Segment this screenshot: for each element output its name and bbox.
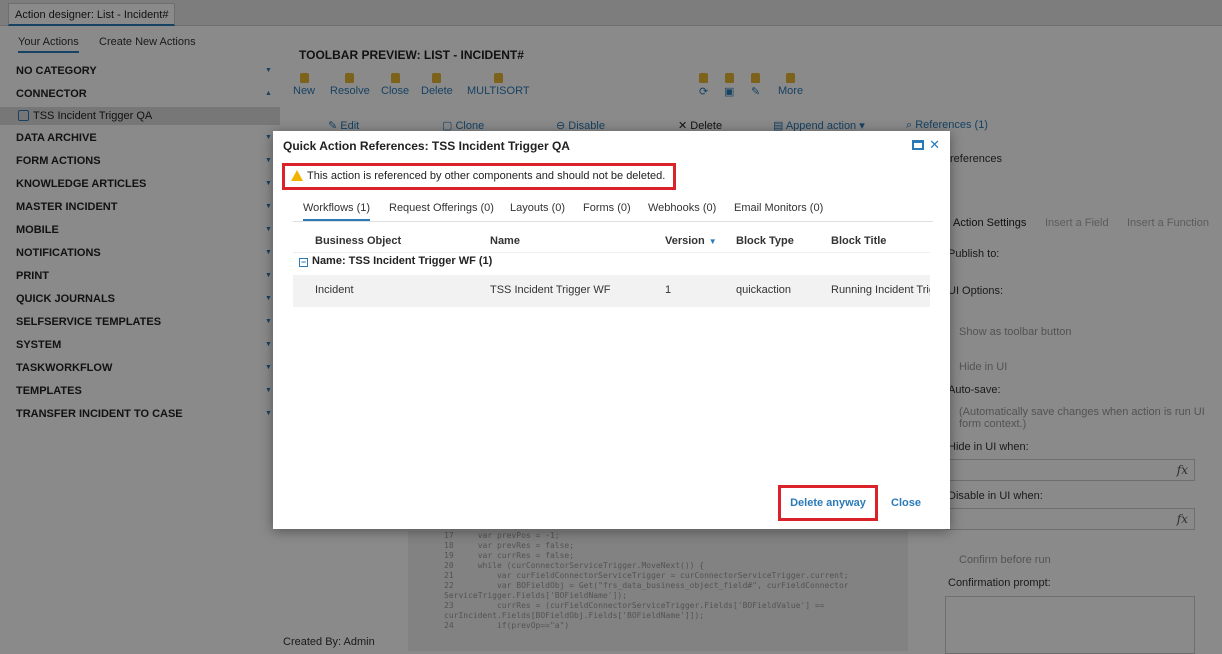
tab-email-monitors[interactable]: Email Monitors (0) xyxy=(734,202,823,219)
col-business-object[interactable]: Business Object xyxy=(315,235,401,247)
tab-forms[interactable]: Forms (0) xyxy=(583,202,631,219)
dialog-controls: ✕ xyxy=(912,137,940,153)
tab-webhooks[interactable]: Webhooks (0) xyxy=(648,202,716,219)
maximize-icon[interactable] xyxy=(912,140,925,150)
grid-header: Business Object Name Version ▼ Block Type… xyxy=(293,231,930,253)
warning-icon xyxy=(291,170,303,181)
close-button[interactable]: Close xyxy=(891,497,921,509)
group-row[interactable]: − Name: TSS Incident Trigger WF (1) xyxy=(293,255,930,275)
cell-business-object: Incident xyxy=(315,284,354,296)
delete-anyway-button[interactable]: Delete anyway xyxy=(778,485,878,521)
cell-block-type: quickaction xyxy=(736,284,792,296)
quick-action-references-dialog: Quick Action References: TSS Incident Tr… xyxy=(273,131,950,529)
col-name[interactable]: Name xyxy=(490,235,520,247)
tab-request-offerings[interactable]: Request Offerings (0) xyxy=(389,202,494,219)
cell-name: TSS Incident Trigger WF xyxy=(490,284,611,296)
cell-block-title: Running Incident Trig xyxy=(831,284,930,296)
close-icon[interactable]: ✕ xyxy=(929,137,940,152)
tab-layouts[interactable]: Layouts (0) xyxy=(510,202,565,219)
col-block-type[interactable]: Block Type xyxy=(736,235,794,247)
table-row[interactable]: Incident TSS Incident Trigger WF 1 quick… xyxy=(293,275,930,307)
cell-version: 1 xyxy=(665,284,672,296)
reference-tabs: Workflows (1) Request Offerings (0) Layo… xyxy=(293,200,933,222)
sort-down-icon: ▼ xyxy=(708,237,717,246)
dialog-title: Quick Action References: TSS Incident Tr… xyxy=(283,139,570,153)
warning-message: This action is referenced by other compo… xyxy=(282,163,676,190)
col-version[interactable]: Version ▼ xyxy=(665,235,717,247)
col-block-title[interactable]: Block Title xyxy=(831,235,886,247)
collapse-icon[interactable]: − xyxy=(299,258,308,267)
tab-workflows[interactable]: Workflows (1) xyxy=(303,202,371,221)
